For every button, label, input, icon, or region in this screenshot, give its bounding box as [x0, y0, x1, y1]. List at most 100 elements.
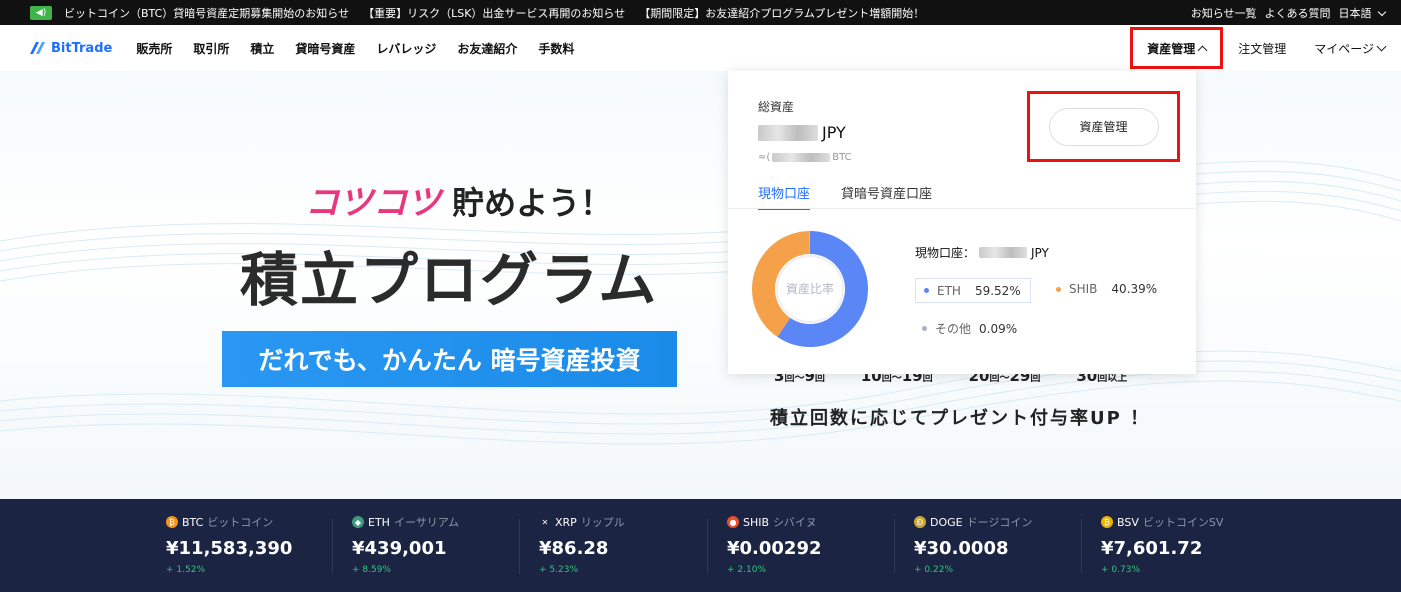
asset-management-menu[interactable]: 資産管理	[1130, 27, 1224, 69]
legend-other[interactable]: その他 0.09%	[922, 320, 1017, 337]
ticker-separator	[707, 519, 708, 574]
legend-eth[interactable]: ETH 59.52%	[915, 278, 1031, 303]
asset-dropdown: 総資産 JPY ≈( BTC 資産管理 現物口座 貸暗号資産口座 資産比率 現物…	[728, 71, 1196, 374]
order-management-link[interactable]: 注文管理	[1238, 40, 1286, 57]
ticker-name: ✕ XRP リップル	[539, 514, 725, 530]
ticker-jp-name: ビットコイン	[207, 516, 274, 529]
ticker-price: ¥86.28	[539, 538, 609, 559]
news-item[interactable]: 【重要】リスク（LSK）出金サービス再開のお知らせ	[363, 5, 625, 21]
tab-lending-account[interactable]: 貸暗号資産口座	[841, 183, 932, 210]
coin-icon: ₿	[166, 516, 178, 528]
ticker-item-shib[interactable]: ● SHIB シバイヌ ¥0.00292 + 2.10%	[727, 514, 913, 578]
megaphone-icon: ◀)	[30, 5, 52, 20]
nav-item-fees[interactable]: 手数料	[538, 40, 574, 57]
language-label: 日本語	[1338, 6, 1372, 20]
account-label: 現物口座：	[915, 246, 976, 260]
ticker-price: ¥7,601.72	[1101, 538, 1203, 559]
ticker-symbol: SHIB	[743, 515, 770, 529]
faq-link[interactable]: よくある質問	[1265, 5, 1331, 21]
donut-label: 資産比率	[786, 281, 834, 296]
logo[interactable]: BitTrade	[28, 40, 112, 56]
hero-bonus-text: 積立回数に応じてプレゼント付与率UP ！	[770, 408, 1151, 429]
ticker-item-doge[interactable]: Ð DOGE ドージコイン ¥30.0008 + 0.22%	[914, 514, 1100, 578]
ticker-item-xrp[interactable]: ✕ XRP リップル ¥86.28 + 5.23%	[539, 514, 725, 578]
ticker-separator	[332, 519, 333, 574]
ticker-change: + 2.10%	[727, 565, 766, 575]
account-currency: JPY	[1031, 245, 1049, 260]
ticker-price: ¥11,583,390	[166, 538, 293, 559]
nav-item-sales[interactable]: 販売所	[136, 40, 172, 57]
asset-ratio-donut: 資産比率	[752, 231, 868, 347]
divider	[728, 208, 1196, 209]
logo-icon	[30, 42, 45, 54]
coin-icon: Ð	[914, 516, 926, 528]
ticker-separator	[519, 519, 520, 574]
ticker-name: ◆ ETH イーサリアム	[352, 514, 538, 530]
coin-icon: ●	[727, 516, 739, 528]
ticker-price: ¥439,001	[352, 538, 447, 559]
ticker-change: + 8.59%	[352, 565, 391, 575]
asset-management-label: 資産管理	[1147, 41, 1196, 56]
ticker-symbol: BSV	[1117, 515, 1139, 529]
btc-prefix: ≈(	[758, 152, 771, 163]
other-dot	[922, 326, 927, 331]
asset-management-button[interactable]: 資産管理	[1048, 107, 1159, 146]
ticker-symbol: DOGE	[930, 515, 963, 529]
ticker-change: + 5.23%	[539, 565, 578, 575]
hero-catch-pink: コツコツ	[305, 183, 441, 223]
tab-spot-account[interactable]: 現物口座	[758, 183, 811, 210]
ticker-item-bsv[interactable]: ₿ BSV ビットコインSV ¥7,601.72 + 0.73%	[1101, 514, 1287, 578]
ticker-price: ¥0.00292	[727, 538, 822, 559]
news-item[interactable]: ビットコイン（BTC）貸暗号資産定期募集開始のお知らせ	[64, 5, 349, 21]
ticker-jp-name: リップル	[580, 516, 625, 529]
hero-title: 積立プログラム	[240, 246, 659, 314]
ticker-symbol: BTC	[182, 515, 204, 529]
coin-icon: ✕	[539, 516, 551, 528]
ticker-change: + 0.22%	[914, 565, 953, 575]
ticker-change: + 1.52%	[166, 565, 205, 575]
legend-name: その他	[935, 322, 972, 336]
legend-name: SHIB	[1069, 282, 1098, 296]
nav-item-exchange[interactable]: 取引所	[193, 40, 229, 57]
total-assets-label: 総資産	[758, 100, 795, 114]
nav-item-lending[interactable]: 貸暗号資産	[295, 40, 355, 57]
legend-pct: 0.09%	[979, 321, 1018, 336]
nav-item-referral[interactable]: お友達紹介	[457, 40, 517, 57]
ticker-name: Ð DOGE ドージコイン	[914, 514, 1100, 530]
ticker-jp-name: ドージコイン	[966, 516, 1033, 529]
chevron-down-icon	[1377, 7, 1387, 16]
legend-shib[interactable]: SHIB 40.39%	[1056, 282, 1157, 296]
hero-catch-rest: 貯めよう！	[452, 184, 613, 222]
nav-item-savings[interactable]: 積立	[250, 40, 274, 57]
ticker-symbol: ETH	[368, 515, 390, 529]
language-select[interactable]: 日本語	[1338, 5, 1387, 21]
ticker-jp-name: ビットコインSV	[1142, 516, 1224, 529]
masked-amount	[979, 247, 1028, 258]
total-assets-value: JPY	[758, 123, 846, 142]
shib-dot	[1056, 286, 1061, 292]
total-currency: JPY	[822, 123, 846, 142]
ticker-jp-name: イーサリアム	[393, 516, 459, 529]
ticker-name: ● SHIB シバイヌ	[727, 514, 913, 530]
news-item[interactable]: 【期間限定】お友達紹介プログラムプレゼント増額開始！	[639, 5, 924, 21]
ticker-separator	[1081, 519, 1082, 574]
ticker-price: ¥30.0008	[914, 538, 1009, 559]
nav-item-leverage[interactable]: レバレッジ	[376, 40, 436, 57]
total-btc-value: ≈( BTC	[758, 152, 852, 163]
hero-cta-banner[interactable]: だれでも、かんたん 暗号資産投資	[222, 331, 677, 387]
chevron-up-icon	[1197, 45, 1208, 55]
ticker-item-eth[interactable]: ◆ ETH イーサリアム ¥439,001 + 8.59%	[352, 514, 538, 578]
ticker-item-btc[interactable]: ₿ BTC ビットコイン ¥11,583,390 + 1.52%	[166, 514, 352, 578]
legend-pct: 40.39%	[1111, 282, 1158, 296]
main-nav: BitTrade 販売所 取引所 積立 貸暗号資産 レバレッジ お友達紹介 手数…	[0, 25, 1401, 71]
btc-currency: BTC	[832, 152, 852, 163]
spot-account-balance: 現物口座： JPY	[915, 244, 1049, 261]
masked-amount	[758, 124, 818, 141]
my-page-menu[interactable]: マイページ	[1314, 40, 1387, 57]
price-ticker: ₿ BTC ビットコイン ¥11,583,390 + 1.52% ◆ ETH イーサリアム ¥4…	[0, 499, 1401, 592]
hero-catchphrase: コツコツ 貯めよう！	[305, 175, 612, 224]
logo-text: BitTrade	[51, 40, 113, 56]
ticker-symbol: XRP	[555, 515, 577, 529]
ticker-separator	[894, 519, 895, 574]
news-list-link[interactable]: お知らせ一覧	[1191, 5, 1257, 21]
